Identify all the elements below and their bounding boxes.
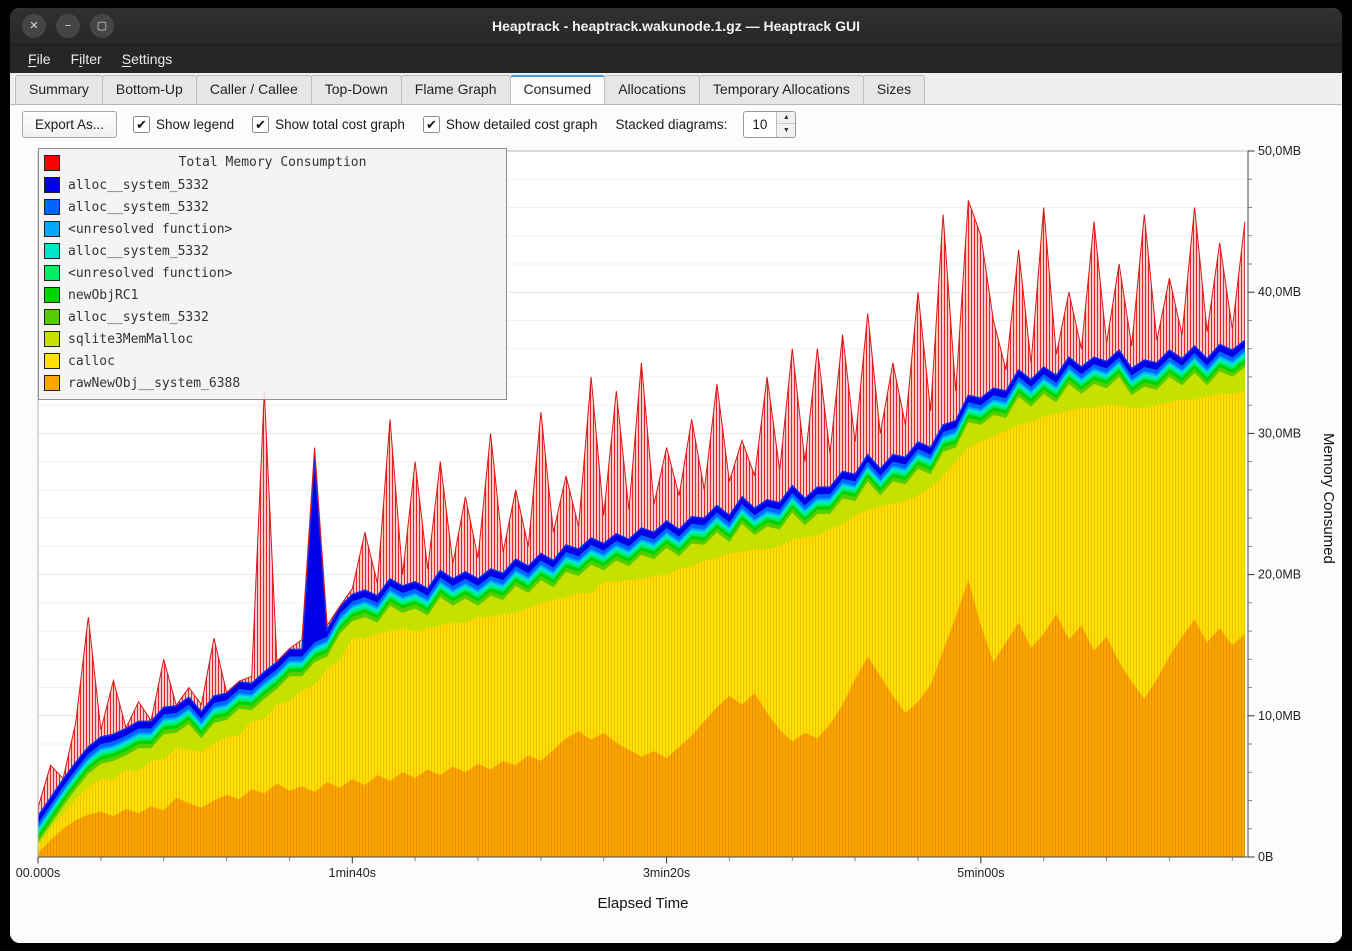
legend-swatch: [44, 265, 60, 281]
tab-bar: SummaryBottom-UpCaller / CalleeTop-DownF…: [10, 73, 1342, 105]
checkbox-show-detailed-cost-graph[interactable]: ✔ Show detailed cost graph: [423, 116, 598, 133]
menu-filter[interactable]: Filter: [61, 48, 112, 70]
tab-caller-callee[interactable]: Caller / Callee: [196, 75, 312, 104]
spin-up-icon: ▲: [783, 114, 790, 121]
tab-allocations[interactable]: Allocations: [604, 75, 700, 104]
checkbox-show-legend[interactable]: ✔ Show legend: [133, 116, 234, 133]
y-axis-title: Memory Consumed: [1320, 433, 1337, 564]
toolbar-checkboxes: ✔ Show legend ✔ Show total cost graph ✔ Show …: [133, 116, 598, 133]
legend-item-alloc-system-5332: alloc__system_5332: [39, 240, 506, 262]
legend-item-rawnewobj-system-6388: rawNewObj__system_6388: [39, 372, 506, 394]
menu-settings[interactable]: Settings: [112, 48, 183, 70]
window-title: Heaptrack - heaptrack.wakunode.1.gz — He…: [10, 18, 1342, 34]
legend-label: rawNewObj__system_6388: [68, 376, 240, 391]
legend-label: newObjRC1: [68, 288, 138, 303]
spin-up-button[interactable]: ▲: [777, 112, 795, 125]
legend-item-alloc-system-5332: alloc__system_5332: [39, 196, 506, 218]
minimize-icon: −: [65, 20, 71, 32]
legend-label: <unresolved function>: [68, 222, 232, 237]
tab-summary[interactable]: Summary: [15, 75, 103, 104]
legend-swatch: [44, 287, 60, 303]
legend-swatch-total: [44, 155, 60, 171]
y-tick-label: 30,0MB: [1258, 426, 1301, 440]
legend-label: alloc__system_5332: [68, 310, 209, 325]
spinner-buttons: ▲▼: [776, 112, 795, 137]
legend-title: Total Memory Consumption: [179, 155, 367, 170]
legend-swatch: [44, 199, 60, 215]
stacked-diagrams-label: Stacked diagrams:: [616, 117, 728, 132]
x-tick-label: 3min20s: [643, 866, 690, 880]
window-controls: ✕ − ▢: [10, 14, 114, 38]
x-axis: 00.000s 1min40s 3min20s 5min00s: [16, 857, 1233, 880]
tab-sizes[interactable]: Sizes: [863, 75, 925, 104]
checkbox-label: Show total cost graph: [275, 117, 405, 132]
legend-label: alloc__system_5332: [68, 244, 209, 259]
y-tick-label: 40,0MB: [1258, 285, 1301, 299]
legend-item-sqlite3memmalloc: sqlite3MemMalloc: [39, 328, 506, 350]
checkmark-icon: ✔: [133, 116, 150, 133]
legend-title-row: Total Memory Consumption: [39, 152, 506, 174]
y-tick-label: 20,0MB: [1258, 568, 1301, 582]
tab-top-down[interactable]: Top-Down: [311, 75, 402, 104]
maximize-icon: ▢: [97, 20, 107, 32]
tab-flame-graph[interactable]: Flame Graph: [401, 75, 511, 104]
spin-down-icon: ▼: [783, 127, 790, 134]
spin-down-button[interactable]: ▼: [777, 124, 795, 137]
app-window: ✕ − ▢ Heaptrack - heaptrack.wakunode.1.gz …: [10, 8, 1342, 943]
legend-label: sqlite3MemMalloc: [68, 332, 193, 347]
legend-swatch: [44, 375, 60, 391]
x-tick-label: 5min00s: [957, 866, 1004, 880]
toolbar: Export As... ✔ Show legend ✔ Show total cos…: [10, 105, 1342, 143]
legend-item-unresolved-function: <unresolved function>: [39, 218, 506, 240]
legend-swatch: [44, 309, 60, 325]
close-icon: ✕: [29, 20, 38, 32]
close-button[interactable]: ✕: [22, 14, 46, 38]
tab-bottom-up[interactable]: Bottom-Up: [102, 75, 197, 104]
legend-swatch: [44, 331, 60, 347]
legend-items: alloc__system_5332 alloc__system_5332 <unr…: [39, 174, 506, 394]
checkbox-show-total-cost-graph[interactable]: ✔ Show total cost graph: [252, 116, 405, 133]
checkmark-icon: ✔: [252, 116, 269, 133]
checkmark-icon: ✔: [423, 116, 440, 133]
legend-label: alloc__system_5332: [68, 178, 209, 193]
x-tick-label: 1min40s: [329, 866, 376, 880]
legend-item-alloc-system-5332: alloc__system_5332: [39, 306, 506, 328]
legend-swatch: [44, 353, 60, 369]
legend-label: calloc: [68, 354, 115, 369]
menu-file[interactable]: File: [18, 48, 61, 70]
menu-bar: FileFilterSettings: [10, 45, 1342, 73]
legend-label: alloc__system_5332: [68, 200, 209, 215]
legend-item-unresolved-function: <unresolved function>: [39, 262, 506, 284]
export-as-button[interactable]: Export As...: [22, 111, 117, 138]
legend-item-calloc: calloc: [39, 350, 506, 372]
checkbox-label: Show legend: [156, 117, 234, 132]
minimize-button[interactable]: −: [56, 14, 80, 38]
chart-legend: Total Memory Consumption alloc__system_5…: [38, 148, 507, 400]
y-tick-label: 10,0MB: [1258, 709, 1301, 723]
legend-item-alloc-system-5332: alloc__system_5332: [39, 174, 506, 196]
legend-item-newobjrc1: newObjRC1: [39, 284, 506, 306]
tab-temporary-allocations[interactable]: Temporary Allocations: [699, 75, 864, 104]
stacked-diagrams-value: 10: [744, 117, 776, 132]
x-tick-label: 00.000s: [16, 866, 60, 880]
x-axis-title: Elapsed Time: [38, 895, 1248, 912]
legend-swatch: [44, 177, 60, 193]
y-tick-label: 0B: [1258, 850, 1273, 864]
legend-swatch: [44, 243, 60, 259]
chart-area: 0B 10,0MB 20,0MB 30,0MB 40,0MB 50,0MB 00.000s 1…: [10, 143, 1342, 943]
y-axis: 0B 10,0MB 20,0MB 30,0MB 40,0MB 50,0MB: [1248, 144, 1301, 864]
title-bar: ✕ − ▢ Heaptrack - heaptrack.wakunode.1.gz …: [10, 8, 1342, 45]
y-tick-label: 50,0MB: [1258, 144, 1301, 158]
maximize-button[interactable]: ▢: [90, 14, 114, 38]
checkbox-label: Show detailed cost graph: [446, 117, 598, 132]
tab-consumed[interactable]: Consumed: [510, 75, 606, 104]
legend-swatch: [44, 221, 60, 237]
stacked-diagrams-spinbox[interactable]: 10 ▲▼: [743, 111, 796, 138]
legend-label: <unresolved function>: [68, 266, 232, 281]
